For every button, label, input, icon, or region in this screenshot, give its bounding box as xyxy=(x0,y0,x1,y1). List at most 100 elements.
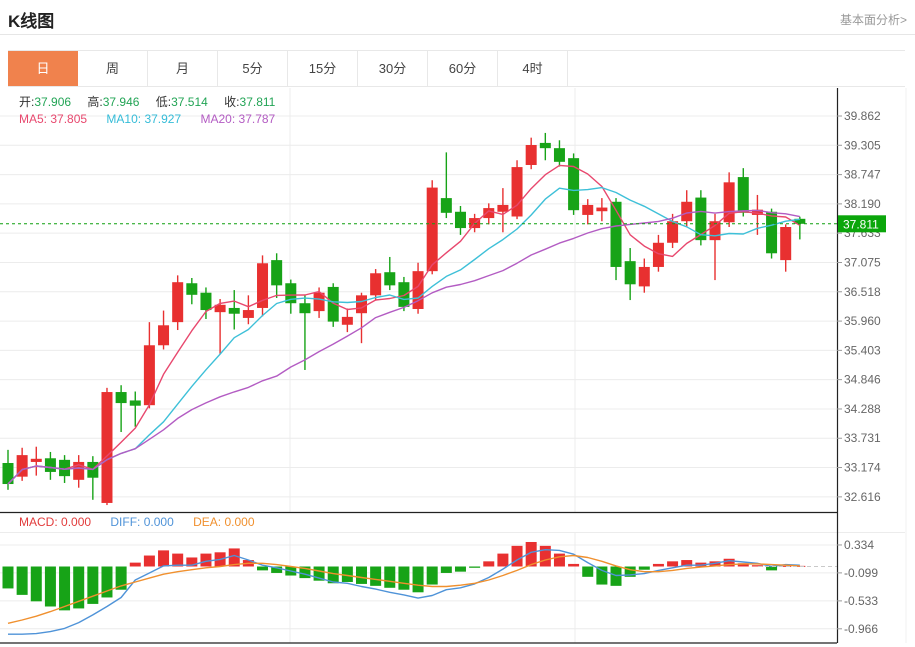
candle-body xyxy=(370,273,382,296)
low-label: 低: xyxy=(155,95,172,109)
open-label: 开: xyxy=(19,95,35,109)
y-axis-label: 32.616 xyxy=(844,490,881,504)
low-value: 37.514 xyxy=(171,95,208,109)
macd-histogram xyxy=(2,541,806,611)
y-axis-label: 38.747 xyxy=(844,168,881,182)
macd-bar xyxy=(497,553,509,567)
candle-body xyxy=(158,325,170,346)
macd-bar xyxy=(356,566,367,584)
close-label: 收: xyxy=(224,95,240,109)
candle-body xyxy=(539,142,551,149)
ma5-line xyxy=(7,164,801,485)
y-axis-label: -0.966 xyxy=(844,622,878,636)
y-axis-label: 35.960 xyxy=(844,314,881,328)
macd-bar xyxy=(553,553,565,567)
macd-bar xyxy=(426,566,438,585)
macd-bar xyxy=(129,562,141,567)
macd-bar xyxy=(667,561,679,567)
macd-bar xyxy=(638,566,650,570)
candle-body xyxy=(667,221,679,243)
candle-body xyxy=(497,204,509,212)
high-value: 37.946 xyxy=(102,95,140,109)
macd-bar xyxy=(596,566,608,585)
y-axis-label: 33.731 xyxy=(844,431,881,445)
y-axis-label: 39.305 xyxy=(844,138,881,152)
high-label: 高: xyxy=(87,95,103,109)
candle-body xyxy=(695,197,707,241)
macd-bar xyxy=(44,566,56,607)
tab-30min[interactable]: 30分 xyxy=(358,51,428,86)
macd-bar xyxy=(59,566,71,611)
ma10-value: MA10: 37.927 xyxy=(106,112,182,126)
candle-body xyxy=(299,303,311,314)
ohlc-row: 开:37.906 高:37.946 低:37.514 收:37.811 xyxy=(19,93,288,110)
candle-body xyxy=(426,187,438,272)
macd-bar xyxy=(143,555,155,567)
candle-body xyxy=(780,227,792,261)
tab-week[interactable]: 周 xyxy=(78,51,148,86)
candle-body xyxy=(129,400,141,406)
candle-body xyxy=(582,204,594,215)
candle-body xyxy=(766,211,778,254)
tab-4hour[interactable]: 4时 xyxy=(498,51,568,86)
candle-body xyxy=(242,310,254,318)
macd-bar xyxy=(257,566,269,571)
macd-bar xyxy=(384,566,396,588)
macd-bar xyxy=(398,566,410,590)
candle-body xyxy=(483,208,495,219)
diff-line xyxy=(8,549,800,635)
macd-bar xyxy=(30,566,42,602)
macd-bar xyxy=(440,566,452,573)
page-header: K线图 基本面分析> xyxy=(0,0,915,35)
candle-body xyxy=(454,211,466,229)
macd-bar xyxy=(469,566,481,568)
current-price-tag: 37.811 xyxy=(838,215,886,233)
candle-body xyxy=(624,261,636,285)
y-axis-label: 34.288 xyxy=(844,402,881,416)
macd-bar xyxy=(2,566,14,589)
candle-body xyxy=(186,283,198,295)
ma20-line xyxy=(7,209,800,485)
close-value: 37.811 xyxy=(239,95,276,109)
candle-body xyxy=(115,392,127,404)
ma10-line xyxy=(7,186,800,485)
tab-5min[interactable]: 5分 xyxy=(218,51,288,86)
candle-body xyxy=(511,167,523,217)
macd-bar xyxy=(511,545,523,567)
macd-bar xyxy=(483,561,495,567)
candle-body xyxy=(412,271,424,310)
fundamental-analysis-link[interactable]: 基本面分析> xyxy=(840,11,907,28)
macd-bar xyxy=(16,566,28,595)
dea-value: DEA: 0.000 xyxy=(193,515,255,529)
tab-month[interactable]: 月 xyxy=(148,51,218,86)
tab-60min[interactable]: 60分 xyxy=(428,51,498,86)
current-price-tag-text: 37.811 xyxy=(843,217,879,231)
grid-lines xyxy=(0,88,907,643)
candle-body xyxy=(737,177,749,213)
open-value: 37.906 xyxy=(34,95,72,109)
macd-bar xyxy=(158,550,170,567)
y-axis-label: -0.533 xyxy=(844,594,878,608)
candle-body xyxy=(228,307,240,314)
axis xyxy=(0,88,839,644)
macd-bar xyxy=(370,566,382,586)
y-axis-labels: 39.86239.30538.74738.19037.63337.07536.5… xyxy=(837,109,881,636)
y-axis-label: -0.099 xyxy=(844,566,878,580)
macd-row: MACD: 0.000 DIFF: 0.000 DEA: 0.000 xyxy=(19,515,255,529)
candle-body xyxy=(200,292,212,311)
macd-bar xyxy=(341,566,353,582)
candle-body xyxy=(30,458,42,462)
candle-body xyxy=(101,392,113,503)
candle-body xyxy=(596,207,608,212)
tab-15min[interactable]: 15分 xyxy=(288,51,358,86)
y-axis-label: 37.075 xyxy=(844,255,881,269)
page-title: K线图 xyxy=(8,12,55,31)
candle-body xyxy=(271,260,283,286)
candle-body xyxy=(681,201,693,222)
candle-body xyxy=(398,282,410,307)
tab-day[interactable]: 日 xyxy=(8,51,78,86)
candle-body xyxy=(525,145,537,165)
ma-row: MA5: 37.805 MA10: 37.927 MA20: 37.787 xyxy=(19,112,275,126)
candle-body xyxy=(553,148,565,162)
candle-body xyxy=(341,316,353,325)
